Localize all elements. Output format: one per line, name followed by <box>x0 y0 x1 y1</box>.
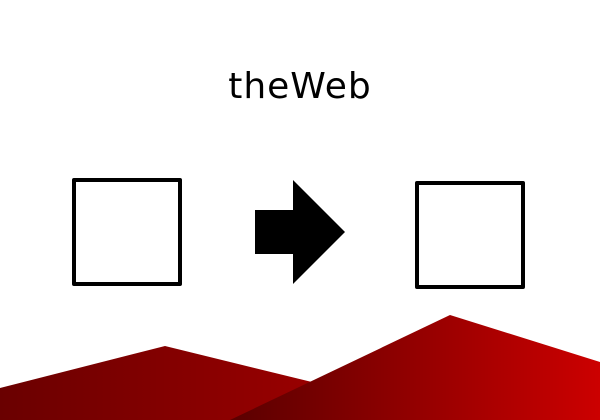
mountains-background <box>0 315 600 420</box>
source-square-icon <box>72 178 182 286</box>
front-mountain <box>230 315 600 420</box>
target-square-icon <box>415 181 525 289</box>
page-title: theWeb <box>228 66 372 107</box>
illustration: theWeb <box>0 0 600 420</box>
right-arrow-icon <box>255 180 345 284</box>
